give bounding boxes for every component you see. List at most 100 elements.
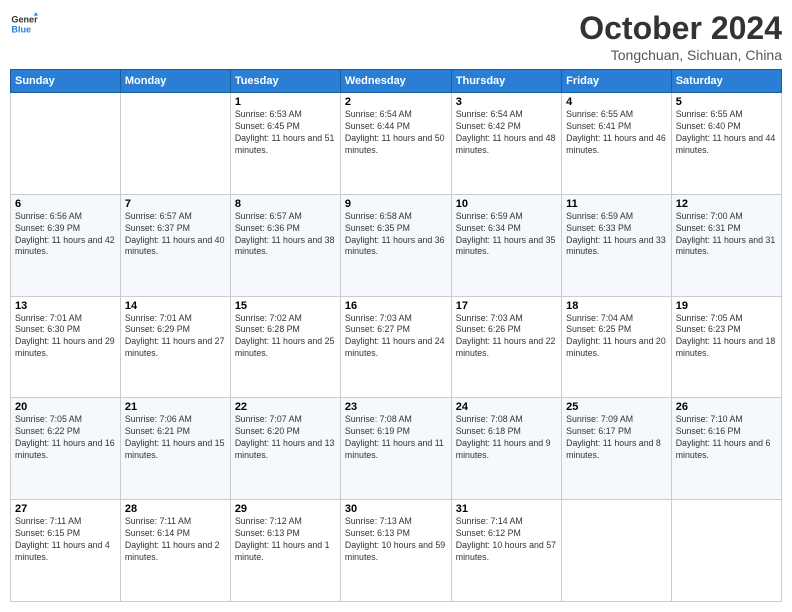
day-info: Sunrise: 7:10 AMSunset: 6:16 PMDaylight:… — [676, 414, 777, 462]
calendar-cell: 4Sunrise: 6:55 AMSunset: 6:41 PMDaylight… — [562, 93, 672, 195]
day-number: 29 — [235, 503, 336, 515]
calendar-cell: 2Sunrise: 6:54 AMSunset: 6:44 PMDaylight… — [340, 93, 451, 195]
day-info: Sunrise: 6:54 AMSunset: 6:44 PMDaylight:… — [345, 109, 447, 157]
calendar-cell: 13Sunrise: 7:01 AMSunset: 6:30 PMDayligh… — [11, 296, 121, 398]
day-number: 1 — [235, 96, 336, 108]
calendar-cell: 6Sunrise: 6:56 AMSunset: 6:39 PMDaylight… — [11, 194, 121, 296]
calendar-cell: 24Sunrise: 7:08 AMSunset: 6:18 PMDayligh… — [451, 398, 561, 500]
day-number: 22 — [235, 401, 336, 413]
day-number: 3 — [456, 96, 557, 108]
day-info: Sunrise: 7:05 AMSunset: 6:23 PMDaylight:… — [676, 313, 777, 361]
calendar-cell: 31Sunrise: 7:14 AMSunset: 6:12 PMDayligh… — [451, 500, 561, 602]
location: Tongchuan, Sichuan, China — [579, 47, 782, 63]
day-number: 14 — [125, 300, 226, 312]
day-info: Sunrise: 7:00 AMSunset: 6:31 PMDaylight:… — [676, 211, 777, 259]
day-number: 17 — [456, 300, 557, 312]
calendar-cell: 23Sunrise: 7:08 AMSunset: 6:19 PMDayligh… — [340, 398, 451, 500]
calendar-cell: 22Sunrise: 7:07 AMSunset: 6:20 PMDayligh… — [230, 398, 340, 500]
day-number: 15 — [235, 300, 336, 312]
calendar-week-row: 1Sunrise: 6:53 AMSunset: 6:45 PMDaylight… — [11, 93, 782, 195]
day-info: Sunrise: 6:55 AMSunset: 6:40 PMDaylight:… — [676, 109, 777, 157]
weekday-header: Monday — [120, 70, 230, 93]
calendar-cell: 27Sunrise: 7:11 AMSunset: 6:15 PMDayligh… — [11, 500, 121, 602]
day-number: 6 — [15, 198, 116, 210]
day-info: Sunrise: 6:56 AMSunset: 6:39 PMDaylight:… — [15, 211, 116, 259]
logo: General Blue — [10, 10, 38, 38]
calendar-cell: 30Sunrise: 7:13 AMSunset: 6:13 PMDayligh… — [340, 500, 451, 602]
page-header: General Blue October 2024 Tongchuan, Sic… — [10, 10, 782, 63]
day-number: 11 — [566, 198, 667, 210]
day-info: Sunrise: 7:11 AMSunset: 6:15 PMDaylight:… — [15, 516, 116, 564]
calendar-cell: 16Sunrise: 7:03 AMSunset: 6:27 PMDayligh… — [340, 296, 451, 398]
day-info: Sunrise: 6:55 AMSunset: 6:41 PMDaylight:… — [566, 109, 667, 157]
day-info: Sunrise: 7:09 AMSunset: 6:17 PMDaylight:… — [566, 414, 667, 462]
weekday-header: Saturday — [671, 70, 781, 93]
calendar-cell — [671, 500, 781, 602]
calendar-cell: 14Sunrise: 7:01 AMSunset: 6:29 PMDayligh… — [120, 296, 230, 398]
calendar-cell: 8Sunrise: 6:57 AMSunset: 6:36 PMDaylight… — [230, 194, 340, 296]
calendar-week-row: 6Sunrise: 6:56 AMSunset: 6:39 PMDaylight… — [11, 194, 782, 296]
logo-icon: General Blue — [10, 10, 38, 38]
day-number: 25 — [566, 401, 667, 413]
month-title: October 2024 — [579, 10, 782, 47]
calendar-table: SundayMondayTuesdayWednesdayThursdayFrid… — [10, 69, 782, 602]
day-number: 31 — [456, 503, 557, 515]
day-info: Sunrise: 7:04 AMSunset: 6:25 PMDaylight:… — [566, 313, 667, 361]
day-info: Sunrise: 6:59 AMSunset: 6:33 PMDaylight:… — [566, 211, 667, 259]
calendar-cell: 26Sunrise: 7:10 AMSunset: 6:16 PMDayligh… — [671, 398, 781, 500]
day-number: 28 — [125, 503, 226, 515]
day-number: 12 — [676, 198, 777, 210]
calendar-cell: 5Sunrise: 6:55 AMSunset: 6:40 PMDaylight… — [671, 93, 781, 195]
title-block: October 2024 Tongchuan, Sichuan, China — [579, 10, 782, 63]
day-number: 16 — [345, 300, 447, 312]
day-number: 7 — [125, 198, 226, 210]
day-number: 27 — [15, 503, 116, 515]
calendar-cell: 15Sunrise: 7:02 AMSunset: 6:28 PMDayligh… — [230, 296, 340, 398]
calendar-cell — [562, 500, 672, 602]
calendar-cell: 21Sunrise: 7:06 AMSunset: 6:21 PMDayligh… — [120, 398, 230, 500]
day-number: 26 — [676, 401, 777, 413]
calendar-week-row: 27Sunrise: 7:11 AMSunset: 6:15 PMDayligh… — [11, 500, 782, 602]
calendar-cell — [120, 93, 230, 195]
day-info: Sunrise: 7:05 AMSunset: 6:22 PMDaylight:… — [15, 414, 116, 462]
day-info: Sunrise: 7:03 AMSunset: 6:26 PMDaylight:… — [456, 313, 557, 361]
day-info: Sunrise: 6:54 AMSunset: 6:42 PMDaylight:… — [456, 109, 557, 157]
day-number: 18 — [566, 300, 667, 312]
weekday-header: Thursday — [451, 70, 561, 93]
calendar-cell: 29Sunrise: 7:12 AMSunset: 6:13 PMDayligh… — [230, 500, 340, 602]
calendar-cell: 28Sunrise: 7:11 AMSunset: 6:14 PMDayligh… — [120, 500, 230, 602]
day-info: Sunrise: 7:07 AMSunset: 6:20 PMDaylight:… — [235, 414, 336, 462]
day-number: 23 — [345, 401, 447, 413]
day-number: 5 — [676, 96, 777, 108]
day-info: Sunrise: 7:14 AMSunset: 6:12 PMDaylight:… — [456, 516, 557, 564]
day-number: 10 — [456, 198, 557, 210]
day-info: Sunrise: 7:08 AMSunset: 6:18 PMDaylight:… — [456, 414, 557, 462]
day-info: Sunrise: 7:03 AMSunset: 6:27 PMDaylight:… — [345, 313, 447, 361]
day-info: Sunrise: 7:08 AMSunset: 6:19 PMDaylight:… — [345, 414, 447, 462]
calendar-cell — [11, 93, 121, 195]
day-info: Sunrise: 7:02 AMSunset: 6:28 PMDaylight:… — [235, 313, 336, 361]
day-number: 20 — [15, 401, 116, 413]
calendar-cell: 3Sunrise: 6:54 AMSunset: 6:42 PMDaylight… — [451, 93, 561, 195]
day-number: 4 — [566, 96, 667, 108]
day-info: Sunrise: 6:59 AMSunset: 6:34 PMDaylight:… — [456, 211, 557, 259]
calendar-cell: 20Sunrise: 7:05 AMSunset: 6:22 PMDayligh… — [11, 398, 121, 500]
calendar-cell: 11Sunrise: 6:59 AMSunset: 6:33 PMDayligh… — [562, 194, 672, 296]
calendar-cell: 1Sunrise: 6:53 AMSunset: 6:45 PMDaylight… — [230, 93, 340, 195]
calendar-cell: 12Sunrise: 7:00 AMSunset: 6:31 PMDayligh… — [671, 194, 781, 296]
day-number: 19 — [676, 300, 777, 312]
calendar-week-row: 13Sunrise: 7:01 AMSunset: 6:30 PMDayligh… — [11, 296, 782, 398]
day-info: Sunrise: 6:57 AMSunset: 6:36 PMDaylight:… — [235, 211, 336, 259]
day-info: Sunrise: 7:12 AMSunset: 6:13 PMDaylight:… — [235, 516, 336, 564]
day-number: 21 — [125, 401, 226, 413]
calendar-cell: 7Sunrise: 6:57 AMSunset: 6:37 PMDaylight… — [120, 194, 230, 296]
day-info: Sunrise: 6:53 AMSunset: 6:45 PMDaylight:… — [235, 109, 336, 157]
svg-text:Blue: Blue — [11, 24, 31, 34]
day-number: 30 — [345, 503, 447, 515]
calendar-header-row: SundayMondayTuesdayWednesdayThursdayFrid… — [11, 70, 782, 93]
day-info: Sunrise: 6:57 AMSunset: 6:37 PMDaylight:… — [125, 211, 226, 259]
calendar-cell: 17Sunrise: 7:03 AMSunset: 6:26 PMDayligh… — [451, 296, 561, 398]
weekday-header: Sunday — [11, 70, 121, 93]
calendar-cell: 9Sunrise: 6:58 AMSunset: 6:35 PMDaylight… — [340, 194, 451, 296]
day-info: Sunrise: 7:11 AMSunset: 6:14 PMDaylight:… — [125, 516, 226, 564]
